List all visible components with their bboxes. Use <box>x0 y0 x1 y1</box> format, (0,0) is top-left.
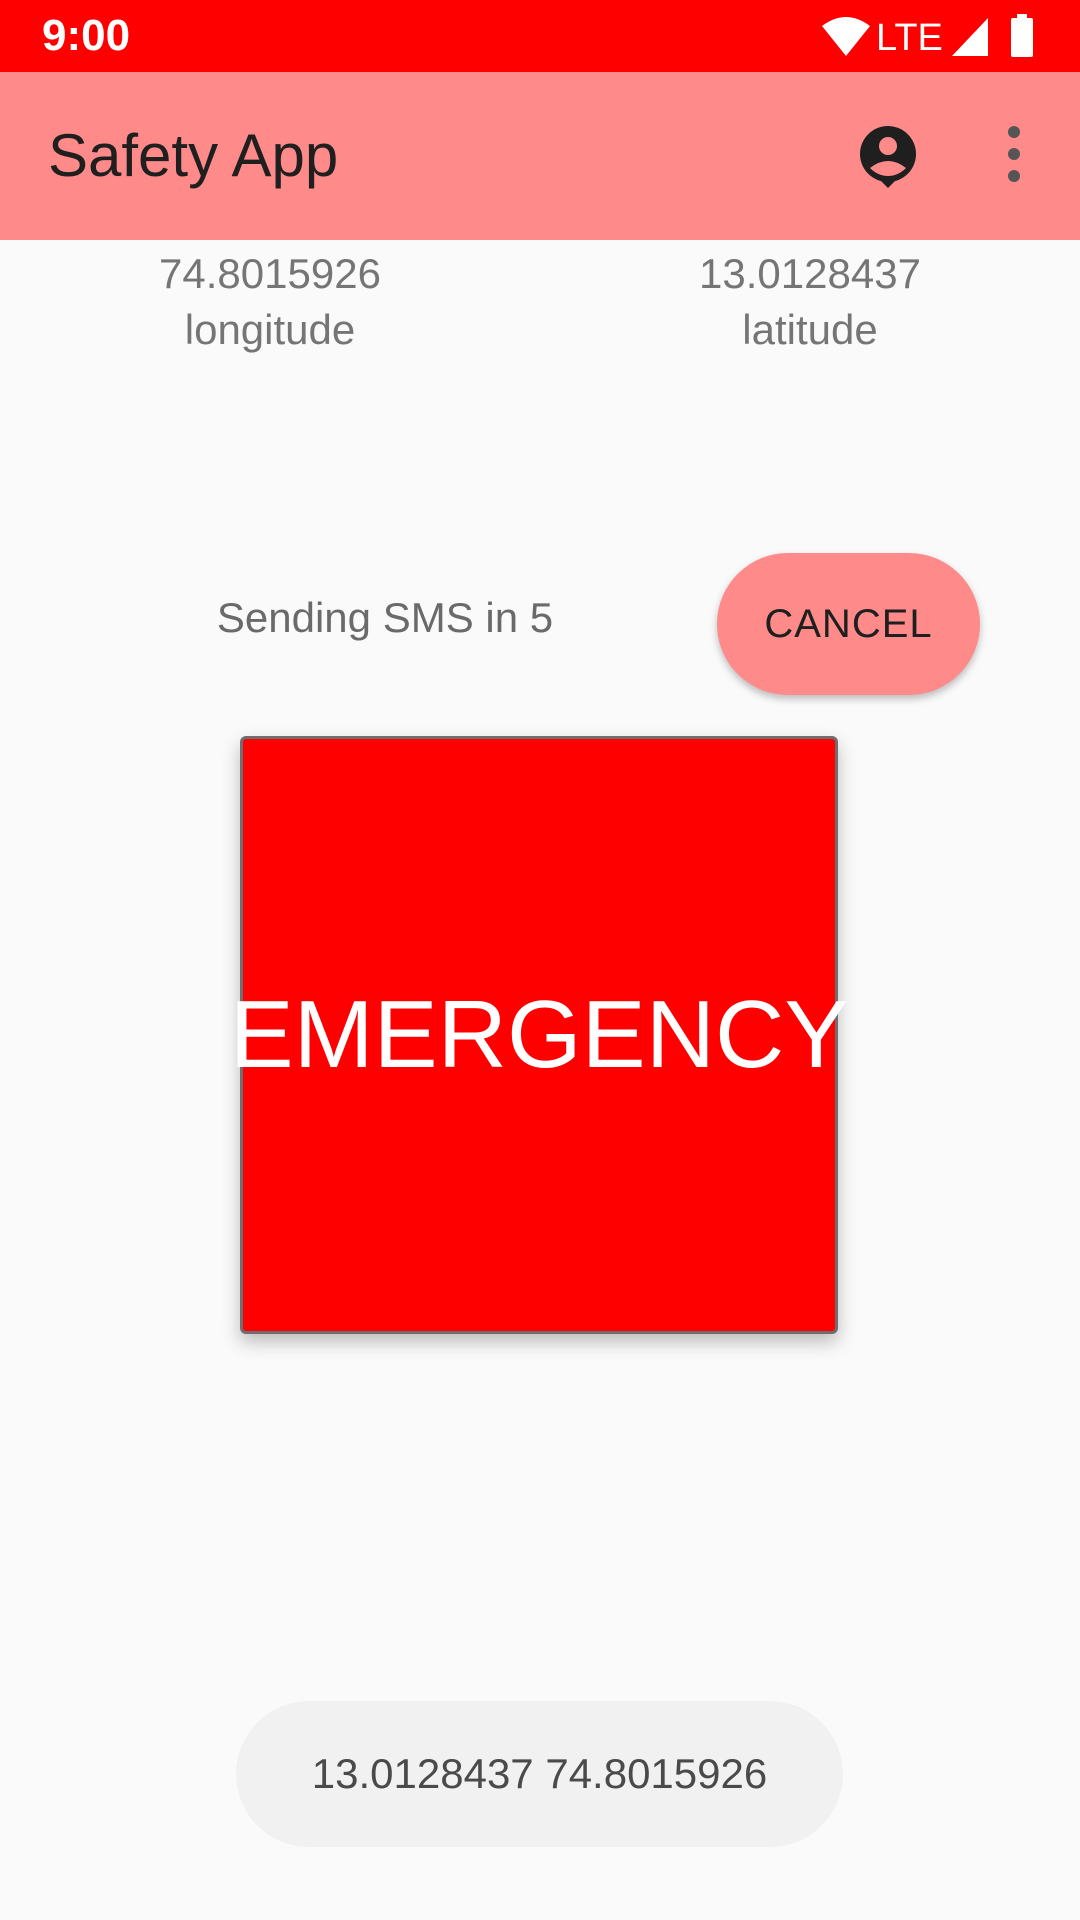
longitude-value: 74.8015926 <box>159 250 381 297</box>
wifi-icon <box>822 17 870 56</box>
more-vert-icon[interactable] <box>1000 124 1028 184</box>
latitude-value: 13.0128437 <box>699 250 921 297</box>
signal-icon <box>952 18 988 56</box>
longitude-block: 74.8015926 longitude <box>60 246 480 358</box>
app-bar: Safety App <box>0 72 1080 240</box>
longitude-label: longitude <box>184 306 356 353</box>
status-bar: 9:00 LTE <box>0 0 1080 72</box>
toast-message: 13.0128437 74.8015926 <box>236 1701 843 1847</box>
status-icons: LTE <box>820 14 1040 58</box>
latitude-block: 13.0128437 latitude <box>600 246 1020 358</box>
latitude-label: latitude <box>742 306 878 353</box>
sms-countdown-text: Sending SMS in 5 <box>216 594 554 641</box>
account-icon[interactable] <box>856 124 920 188</box>
cancel-button[interactable]: CANCEL <box>717 553 980 695</box>
app-title: Safety App <box>48 122 339 189</box>
emergency-button[interactable]: EMERGENCY <box>230 736 848 1334</box>
battery-icon <box>1011 14 1033 57</box>
lte-label: LTE <box>876 17 943 59</box>
status-time: 9:00 <box>42 11 131 60</box>
